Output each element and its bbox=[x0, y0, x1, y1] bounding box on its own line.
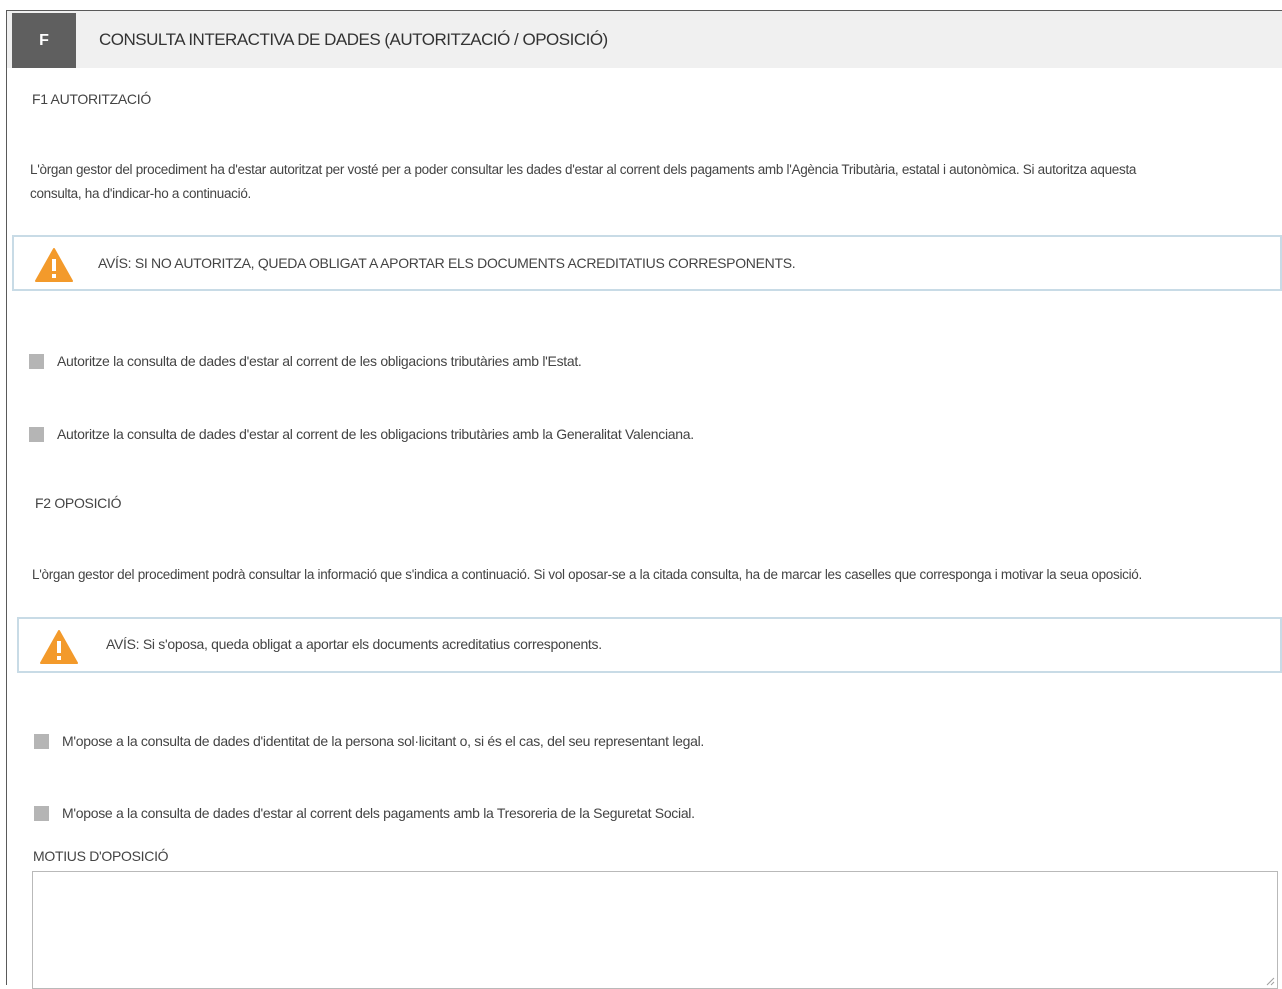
checkbox-label: M'opose a la consulta de dades d'estar a… bbox=[62, 805, 695, 821]
f1-description: L'òrgan gestor del procediment ha d'esta… bbox=[30, 158, 1275, 206]
f1-description-line2: consulta, ha d'indicar-ho a continuació. bbox=[30, 186, 251, 201]
f1-title: F1 AUTORITZACIÓ bbox=[32, 91, 151, 107]
checkbox-authorize-generalitat[interactable] bbox=[29, 426, 44, 442]
f1-checkbox-row-estat[interactable]: Autoritze la consulta de dades d'estar a… bbox=[29, 351, 582, 371]
f1-checkbox-row-generalitat[interactable]: Autoritze la consulta de dades d'estar a… bbox=[29, 424, 694, 444]
f2-notice: AVÍS: Si s'oposa, queda obligat a aporta… bbox=[17, 617, 1282, 673]
f2-notice-text: AVÍS: Si s'oposa, queda obligat a aporta… bbox=[106, 636, 602, 652]
checkbox-oppose-identity[interactable] bbox=[34, 733, 49, 749]
form-section-f: F CONSULTA INTERACTIVA DE DADES (AUTORIT… bbox=[6, 10, 1282, 989]
checkbox-label: Autoritze la consulta de dades d'estar a… bbox=[57, 353, 582, 369]
section-header: F CONSULTA INTERACTIVA DE DADES (AUTORIT… bbox=[7, 11, 1282, 68]
f2-description: L'òrgan gestor del procediment podrà con… bbox=[32, 567, 1142, 582]
f1-notice: AVÍS: SI NO AUTORITZA, QUEDA OBLIGAT A A… bbox=[12, 235, 1282, 291]
f1-description-line1: L'òrgan gestor del procediment ha d'esta… bbox=[30, 162, 1137, 177]
checkbox-authorize-state[interactable] bbox=[29, 353, 44, 369]
f1-notice-text: AVÍS: SI NO AUTORITZA, QUEDA OBLIGAT A A… bbox=[98, 255, 796, 271]
checkbox-label: Autoritze la consulta de dades d'estar a… bbox=[57, 426, 694, 442]
f2-checkbox-row-social-security[interactable]: M'opose a la consulta de dades d'estar a… bbox=[34, 803, 695, 823]
section-letter-badge: F bbox=[12, 13, 76, 68]
warning-triangle-icon bbox=[35, 248, 73, 282]
f2-title: F2 OPOSICIÓ bbox=[35, 495, 122, 511]
checkbox-oppose-social-security[interactable] bbox=[34, 805, 49, 821]
warning-triangle-icon bbox=[40, 630, 78, 664]
checkbox-label: M'opose a la consulta de dades d'identit… bbox=[62, 733, 704, 749]
reasons-label: MOTIUS D'OPOSICIÓ bbox=[33, 848, 169, 864]
f2-checkbox-row-identity[interactable]: M'opose a la consulta de dades d'identit… bbox=[34, 731, 704, 751]
section-title: CONSULTA INTERACTIVA DE DADES (AUTORITZA… bbox=[99, 30, 608, 49]
reasons-textarea[interactable] bbox=[32, 871, 1278, 989]
